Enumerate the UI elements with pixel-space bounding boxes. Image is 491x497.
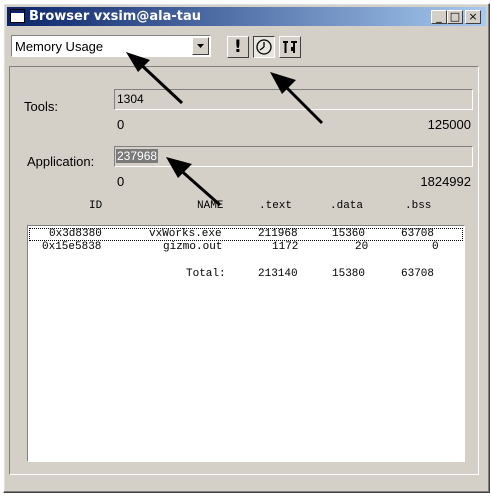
row-name: vxWorks.exe (149, 228, 222, 240)
dropdown-button[interactable] (192, 37, 209, 55)
maximize-button[interactable]: □ (447, 10, 463, 24)
header-id[interactable]: ID (89, 200, 102, 212)
header-name[interactable]: NAME (197, 200, 223, 212)
tools-max-label: 125000 (427, 117, 471, 132)
table-row[interactable]: 0x3d8380 vxWorks.exe 211968 15360 63708 (29, 228, 463, 241)
table-row[interactable]: 0x15e5838 gizmo.out 1172 20 0 (29, 241, 463, 254)
application-min-label: 0 (117, 174, 125, 189)
tools-memory-bar: 1304 (114, 89, 473, 110)
window-title: Browser vxsim@ala-tau (29, 9, 201, 24)
row-text: 1172 (272, 241, 299, 253)
tools-memory-value: 1304 (117, 92, 144, 106)
application-memory-bar: 237968 (114, 146, 473, 167)
title-bar[interactable]: Browser vxsim@ala-tau _ □ × (7, 7, 486, 26)
configure-tools-icon (283, 41, 297, 53)
row-id: 0x15e5838 (42, 241, 102, 253)
tools-min-label: 0 (117, 117, 125, 132)
total-label: Total: (186, 268, 226, 280)
close-icon: × (468, 10, 478, 23)
row-id: 0x3d8380 (49, 228, 102, 240)
application-max-label: 1824992 (420, 174, 471, 189)
header-text[interactable]: .text (259, 200, 292, 212)
periodic-clock-icon (256, 39, 272, 55)
immediate-update-button[interactable]: ! (227, 36, 249, 58)
immediate-update-icon: ! (234, 37, 242, 57)
minimize-icon: _ (436, 10, 442, 23)
minimize-button[interactable]: _ (431, 10, 447, 24)
row-data: 15360 (332, 228, 366, 240)
browser-mode-select[interactable]: Memory Usage (11, 35, 211, 57)
periodic-update-button[interactable] (253, 36, 275, 58)
configure-tools-button[interactable] (279, 36, 301, 58)
row-data: 20 (355, 241, 369, 253)
row-bss: 0 (432, 241, 439, 253)
header-bss[interactable]: .bss (405, 200, 431, 212)
total-row: Total: 213140 15380 63708 (29, 268, 463, 281)
close-button[interactable]: × (465, 10, 481, 24)
row-bss: 63708 (401, 228, 435, 240)
window-app-icon (10, 9, 25, 23)
total-data: 15380 (332, 268, 366, 280)
total-text: 213140 (258, 268, 298, 280)
module-list[interactable]: 0x3d8380 vxWorks.exe 211968 15360 63708 … (27, 225, 465, 462)
header-data[interactable]: .data (330, 200, 363, 212)
total-bss: 63708 (401, 268, 435, 280)
tools-label: Tools: (24, 99, 58, 114)
application-label: Application: (27, 154, 95, 169)
dropdown-arrow-icon (197, 44, 204, 48)
application-memory-value: 237968 (116, 149, 159, 163)
row-text: 211968 (258, 228, 298, 240)
browser-mode-value: Memory Usage (15, 39, 104, 54)
maximize-icon: □ (449, 10, 461, 23)
row-name: gizmo.out (163, 241, 223, 253)
